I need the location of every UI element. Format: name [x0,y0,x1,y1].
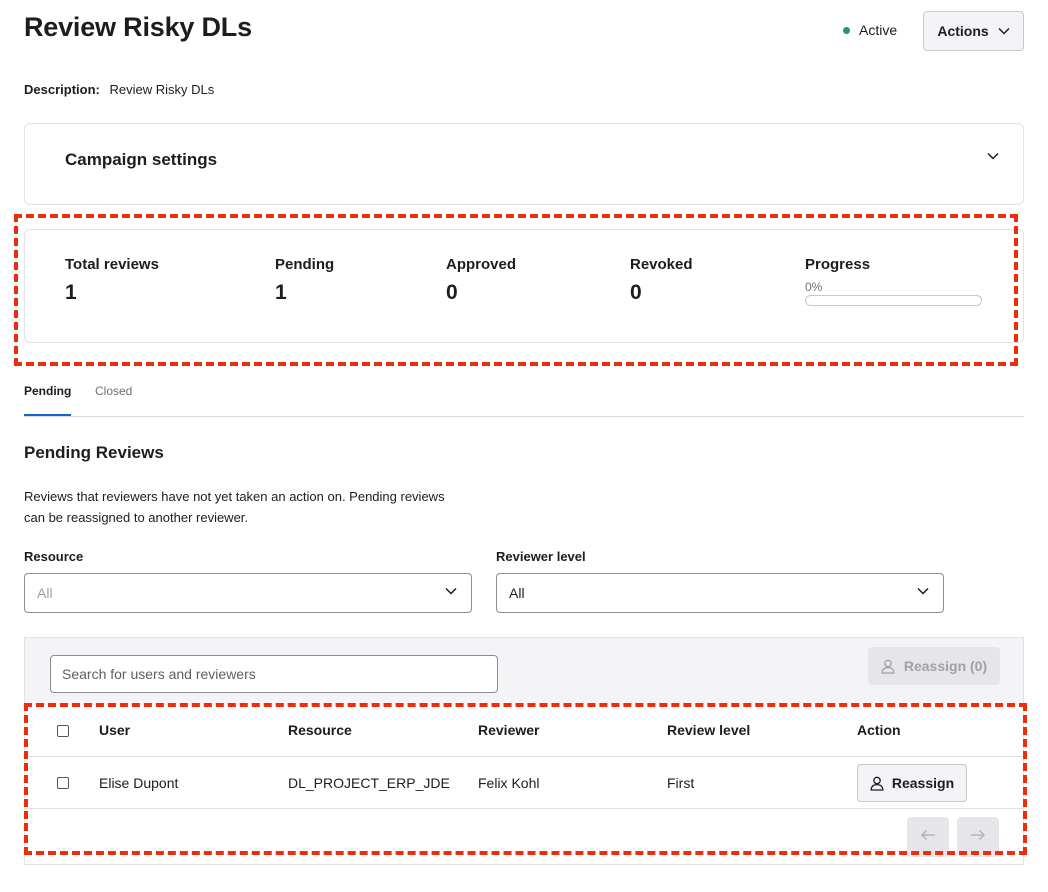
description: Description: Review Risky DLs [24,82,214,97]
active-tab-indicator [24,414,71,416]
description-label: Description: [24,82,100,97]
status-indicator: Active [843,22,897,38]
table-toolbar: Reassign (0) [25,638,1023,705]
reassign-selected-button[interactable]: Reassign (0) [868,647,1000,685]
highlight-box-table [24,703,1027,855]
section-description: Reviews that reviewers have not yet take… [24,489,445,525]
tab-bar: Pending Closed [24,375,1024,417]
reviewer-level-select[interactable]: All [496,573,944,613]
chevron-down-icon [445,587,457,595]
reviewer-level-filter-label: Reviewer level [496,549,586,564]
chevron-down-icon [998,27,1010,35]
tab-closed[interactable]: Closed [95,384,132,398]
reviewer-level-select-value: All [509,585,525,601]
search-input[interactable] [50,655,498,693]
resource-select[interactable]: All [24,573,472,613]
highlight-box-stats [14,214,1018,366]
resource-filter-label: Resource [24,549,84,564]
reassign-selected-label: Reassign (0) [903,658,988,674]
resource-select-value: All [37,585,53,601]
tab-pending[interactable]: Pending [24,384,71,398]
status-dot-icon [843,26,850,34]
campaign-settings-title: Campaign settings [65,150,218,169]
actions-label: Actions [937,23,989,39]
chevron-down-icon[interactable] [987,152,999,160]
campaign-settings-panel[interactable]: Campaign settings [24,123,1024,205]
page-title: Review Risky DLs [24,12,252,42]
actions-button[interactable]: Actions [923,11,1024,51]
status-label: Active [859,22,898,38]
user-icon [881,659,895,674]
description-value: Review Risky DLs [109,82,215,97]
section-title: Pending Reviews [24,443,164,462]
chevron-down-icon [917,587,929,595]
